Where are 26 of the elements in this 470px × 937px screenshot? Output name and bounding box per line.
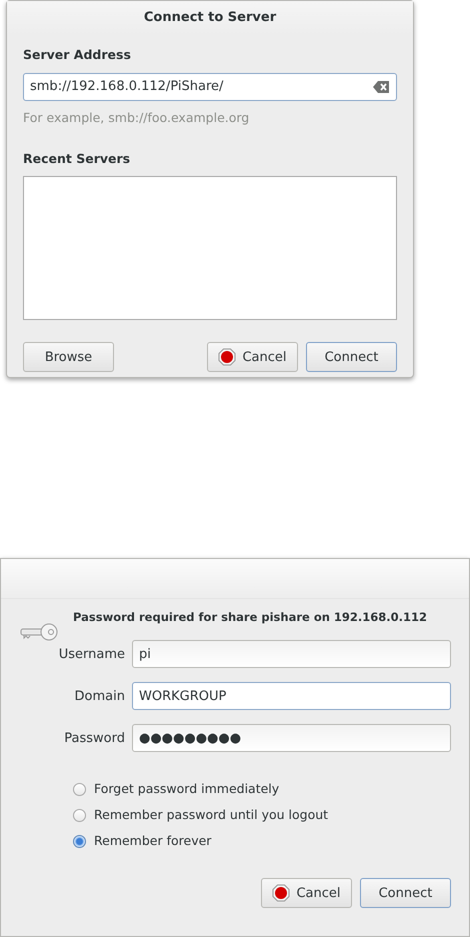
field-label: Username [58, 646, 126, 664]
input-field[interactable]: ●●●●●●●●● [132, 724, 451, 752]
stop-icon [272, 884, 290, 902]
stop-icon [218, 348, 236, 366]
radio-button[interactable] [73, 808, 86, 822]
dialog-heading: Password required for share pishare on 192.168.0.112 [73, 609, 428, 626]
section-label: Recent Servers [23, 150, 132, 168]
hint-text: For example, smb://foo.example.org [23, 108, 250, 127]
field-label: Domain [74, 688, 126, 706]
radio-option[interactable]: Remember password until you logout [73, 802, 451, 828]
connect-button[interactable]: Connect [306, 342, 397, 372]
dialog-title: Connect to Server [144, 8, 276, 27]
input-field[interactable]: WORKGROUP [132, 682, 451, 710]
field-label: Password [63, 730, 126, 748]
radio-button[interactable] [73, 782, 86, 796]
section-label: Server Address [23, 46, 132, 64]
radio-option[interactable]: Forget password immediately [73, 776, 451, 802]
address-field[interactable]: smb://192.168.0.112/PiShare/ [23, 72, 397, 101]
input-field[interactable]: pi [132, 640, 451, 668]
browse-button[interactable]: Browse [23, 342, 114, 372]
radio-option[interactable]: Remember forever [73, 828, 451, 854]
connect-button[interactable]: Connect [360, 878, 451, 908]
cancel-button[interactable]: Cancel [207, 342, 298, 372]
cancel-button[interactable]: Cancel [261, 878, 352, 908]
radio-button[interactable] [73, 834, 86, 848]
clear-icon[interactable] [373, 80, 389, 93]
